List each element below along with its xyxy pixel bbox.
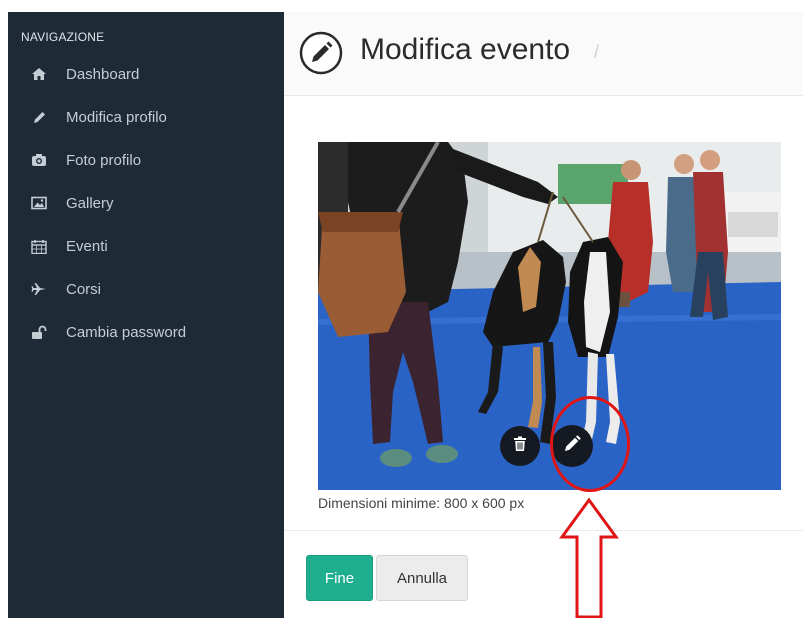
photo-size-hint: Dimensioni minime: 800 x 600 px: [318, 495, 525, 511]
sidebar-item-label: Foto profilo: [66, 151, 142, 169]
sidebar-item-eventi[interactable]: Eventi: [8, 228, 284, 264]
delete-photo-button[interactable]: [500, 426, 540, 466]
sidebar-item-gallery[interactable]: Gallery: [8, 185, 284, 221]
sidebar-item-label: Eventi: [66, 237, 108, 255]
sidebar-item-modifica-profilo[interactable]: Modifica profilo: [8, 99, 284, 135]
breadcrumb-separator: /: [594, 42, 600, 62]
trash-icon: [513, 436, 527, 457]
home-icon: [30, 65, 48, 83]
sidebar-heading: NAVIGAZIONE: [21, 30, 105, 44]
sidebar-item-label: Dashboard: [66, 65, 140, 83]
sidebar-item-label: Modifica profilo: [66, 108, 167, 126]
page-margin: [0, 0, 8, 618]
unlock-icon: [30, 323, 48, 341]
sidebar-item-label: Gallery: [66, 194, 114, 212]
sidebar: NAVIGAZIONE Dashboard Modifica profilo F…: [8, 12, 284, 618]
sidebar-item-foto-profilo[interactable]: Foto profilo: [8, 142, 284, 178]
sidebar-item-cambia-password[interactable]: Cambia password: [8, 314, 284, 350]
page-header: Modifica evento /: [284, 12, 803, 96]
edit-circle-icon: [299, 31, 343, 75]
page-title: Modifica evento: [360, 33, 571, 66]
form-divider: [284, 530, 803, 531]
plane-icon: [30, 280, 48, 298]
sidebar-item-corsi[interactable]: Corsi: [8, 271, 284, 307]
cancel-button[interactable]: Annulla: [376, 555, 468, 601]
done-button[interactable]: Fine: [306, 555, 373, 601]
pencil-icon: [30, 108, 48, 126]
sidebar-item-label: Cambia password: [66, 323, 187, 341]
annotation-circle: [550, 396, 630, 492]
annotation-arrow-icon: [559, 497, 619, 618]
calendar-icon: [30, 237, 48, 255]
sidebar-item-dashboard[interactable]: Dashboard: [8, 56, 284, 92]
main-content: Modifica evento / Dimensioni minime: 800…: [284, 12, 803, 618]
camera-icon: [30, 151, 48, 169]
image-icon: [30, 194, 48, 212]
sidebar-item-label: Corsi: [66, 280, 102, 298]
